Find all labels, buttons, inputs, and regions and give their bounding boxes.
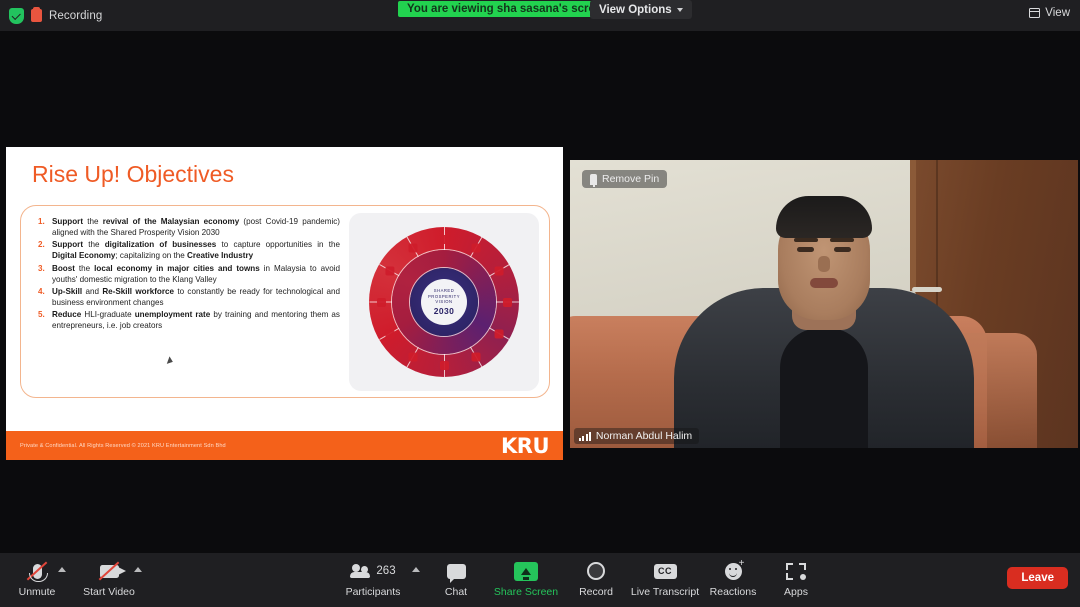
- apps-icon: [786, 559, 806, 583]
- reactions-smiley-icon: +: [724, 557, 745, 583]
- wheel-center-line1: SHARED PROSPERITY VISION: [428, 287, 460, 305]
- apps-label: Apps: [784, 586, 808, 598]
- video-slash: [98, 561, 120, 581]
- unmute-button[interactable]: Unmute: [0, 559, 74, 598]
- wheel-pillar-icon: [494, 266, 504, 275]
- meeting-controls-toolbar: Unmute Start Video 263 Participants Chat…: [0, 553, 1080, 607]
- participants-count: 263: [376, 565, 396, 577]
- participant-name: Norman Abdul Halim: [595, 430, 693, 442]
- recording-label: Recording: [49, 9, 103, 22]
- recording-status: Recording: [0, 7, 103, 24]
- door-handle: [906, 286, 943, 307]
- participants-icon-group: 263: [350, 559, 396, 583]
- recording-indicator-icon[interactable]: [31, 7, 42, 22]
- shield-check-icon: [9, 7, 24, 24]
- wheel-center-label: SHARED PROSPERITY VISION 2030: [421, 279, 467, 325]
- share-screen-button[interactable]: Share Screen: [489, 559, 563, 598]
- shared-screen-slide[interactable]: Rise Up! Objectives Support the revival …: [6, 147, 563, 460]
- audio-level-icon: [579, 431, 591, 441]
- page-title: Rise Up! Objectives: [32, 161, 234, 187]
- copyright-text: Private & Confidential. All Rights Reser…: [20, 442, 226, 449]
- remove-pin-label: Remove Pin: [602, 173, 660, 185]
- layout-grid-icon: [1028, 8, 1041, 18]
- participants-button[interactable]: 263 Participants: [336, 559, 410, 598]
- share-screen-label: Share Screen: [493, 586, 559, 598]
- wheel-pillar-icon: [408, 242, 417, 252]
- wheel-pillar-icon: [494, 329, 504, 338]
- chat-label: Chat: [444, 586, 468, 598]
- view-options-label: View Options: [599, 3, 672, 16]
- start-video-button[interactable]: Start Video: [72, 559, 146, 598]
- plus-icon: +: [738, 557, 745, 569]
- participant-nose: [818, 256, 830, 272]
- wheel-pillar-icon: [502, 297, 512, 307]
- wheel-pillar-icon: [439, 234, 449, 244]
- microphone-muted-icon: [26, 559, 48, 583]
- camera-off-icon: [98, 559, 126, 583]
- participant-name-tag: Norman Abdul Halim: [574, 428, 700, 444]
- shared-prosperity-vision-2030-wheel: SHARED PROSPERITY VISION 2030: [349, 213, 539, 391]
- pin-icon: [590, 173, 597, 187]
- objective-item: Boost the local economy in major cities …: [38, 263, 340, 284]
- objective-item: Up-Skill and Re-Skill workforce to const…: [38, 286, 340, 308]
- chevron-down-icon: [676, 7, 683, 12]
- objectives-list: Support the revival of the Malaysian eco…: [35, 216, 340, 333]
- objective-item: Support the revival of the Malaysian eco…: [38, 216, 341, 238]
- wheel-pillar-icon: [439, 360, 449, 370]
- pinned-video-tile[interactable]: Remove Pin Norman Abdul Halim: [570, 160, 1078, 448]
- apps-button[interactable]: Apps: [759, 559, 833, 598]
- objective-item: Reduce HLI-graduate unemployment rate by…: [38, 309, 340, 331]
- vision-wheel-graphic: SHARED PROSPERITY VISION 2030: [369, 227, 520, 377]
- view-layout-button[interactable]: View: [1028, 7, 1070, 19]
- chat-bubble-icon: [446, 559, 466, 583]
- wheel-pillar-icon: [376, 297, 386, 307]
- share-screen-icon: [514, 559, 538, 583]
- video-options-chevron-icon[interactable]: [134, 567, 142, 572]
- participants-label: Participants: [345, 586, 401, 598]
- participant-mouth: [810, 278, 838, 288]
- record-button[interactable]: Record: [559, 559, 633, 598]
- objective-item: Support the digitalization of businesses…: [38, 239, 340, 261]
- view-button-label: View: [1045, 7, 1070, 19]
- cc-text: CC: [653, 563, 677, 579]
- leave-button[interactable]: Leave: [1007, 567, 1068, 589]
- wheel-pillar-icon: [471, 352, 480, 362]
- reactions-label: Reactions: [709, 586, 757, 598]
- record-label: Record: [579, 586, 613, 598]
- wheel-pillar-icon: [471, 242, 480, 252]
- audio-options-chevron-icon[interactable]: [58, 567, 66, 572]
- kru-logo: KRU: [501, 433, 550, 458]
- wheel-pillar-icon: [384, 266, 394, 275]
- wheel-pillar-icon: [408, 352, 417, 362]
- remove-pin-button[interactable]: Remove Pin: [582, 170, 668, 188]
- participants-icon: [350, 564, 372, 578]
- mute-slash: [26, 561, 48, 581]
- participant-eyebrow-right: [830, 238, 854, 242]
- participant-eye-right: [834, 247, 851, 252]
- participant-hair: [776, 196, 872, 238]
- wheel-center-line2: 2030: [433, 306, 455, 316]
- viewing-screen-banner: You are viewing sha sasana's screen: [398, 1, 618, 17]
- live-transcript-label: Live Transcript: [630, 586, 700, 598]
- chat-button[interactable]: Chat: [419, 559, 493, 598]
- participant-eyebrow-left: [794, 238, 818, 242]
- closed-caption-icon: CC: [653, 559, 677, 583]
- top-bar: Recording You are viewing sha sasana's s…: [0, 0, 1080, 31]
- start-video-label: Start Video: [83, 586, 135, 598]
- zoom-meeting-window: Recording You are viewing sha sasana's s…: [0, 0, 1080, 607]
- wheel-inner-ring: SHARED PROSPERITY VISION 2030: [410, 268, 478, 336]
- record-circle-icon: [587, 559, 605, 583]
- wheel-pillar-icon: [384, 329, 394, 338]
- view-options-button[interactable]: View Options: [590, 0, 692, 19]
- unmute-label: Unmute: [18, 586, 56, 598]
- slide-content-box: Support the revival of the Malaysian eco…: [20, 205, 550, 398]
- participant-eye-left: [797, 247, 814, 252]
- slide-footer: Private & Confidential. All Rights Reser…: [6, 431, 563, 460]
- participant-shirt: [780, 328, 868, 448]
- live-transcript-button[interactable]: CC Live Transcript: [628, 559, 702, 598]
